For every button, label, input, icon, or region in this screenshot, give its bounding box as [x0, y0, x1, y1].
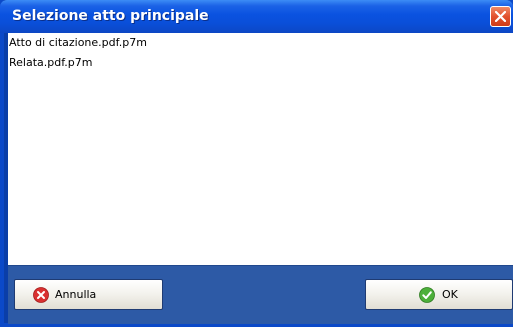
cancel-button-label: Annulla	[55, 288, 97, 301]
ok-button[interactable]: OK	[365, 279, 513, 310]
list-item-relata[interactable]: Relata.pdf.p7m	[8, 53, 513, 73]
list-item-atto-di-citazione[interactable]: Atto di citazione.pdf.p7m	[8, 33, 513, 53]
dialog-title: Selezione atto principale	[12, 8, 209, 24]
ok-button-label: OK	[442, 288, 458, 301]
title-bar[interactable]: Selezione atto principale	[0, 0, 513, 33]
file-list: Atto di citazione.pdf.p7m Relata.pdf.p7m	[8, 33, 513, 73]
close-icon	[495, 11, 506, 22]
check-icon	[419, 287, 435, 303]
button-bar: Annulla OK	[8, 265, 513, 324]
file-list-panel[interactable]: Atto di citazione.pdf.p7m Relata.pdf.p7m	[8, 33, 513, 265]
cancel-x-icon	[33, 287, 49, 303]
cancel-button[interactable]: Annulla	[14, 279, 163, 310]
close-button[interactable]	[490, 6, 511, 27]
dialog-window: Selezione atto principale Atto di citazi…	[0, 0, 513, 327]
